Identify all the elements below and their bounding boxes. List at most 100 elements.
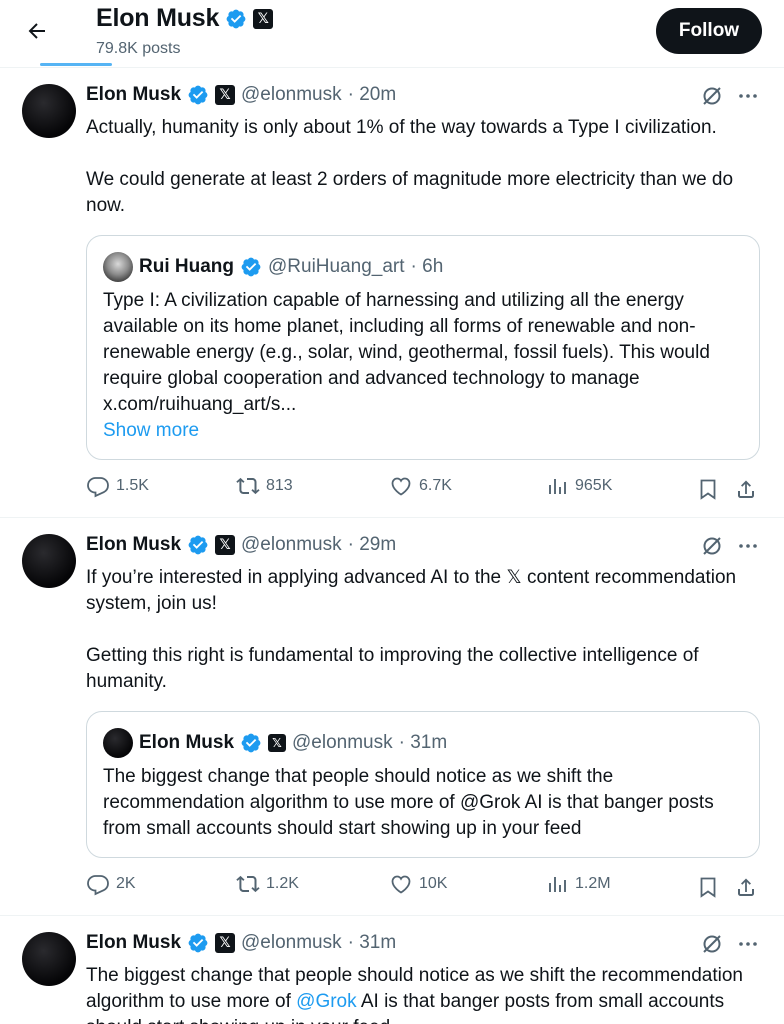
verified-badge-icon — [187, 84, 209, 106]
author-name[interactable]: Elon Musk — [86, 534, 181, 556]
profile-header: Elon Musk 𝕏 79.8K posts Follow — [0, 0, 784, 68]
tweet-action-bar: 2K 1.2K 10K 1.2M — [86, 872, 760, 902]
show-more-link[interactable]: Show more — [103, 418, 743, 444]
repost-button[interactable]: 813 — [236, 474, 293, 498]
tweet-paragraph: Getting this right is fundamental to imp… — [86, 645, 704, 692]
quote-timestamp: · 6h — [410, 256, 444, 277]
like-icon — [391, 477, 411, 496]
tweet-top-actions — [700, 932, 760, 956]
views-count: 965K — [575, 477, 613, 494]
like-icon — [391, 875, 411, 894]
quoted-tweet[interactable]: Elon Musk 𝕏 @elonmusk · 31m The biggest … — [86, 711, 760, 858]
tweet-top-actions — [700, 534, 760, 558]
tweet-header: Elon Musk 𝕏 @elonmusk · 20m — [86, 84, 396, 106]
author-handle[interactable]: @elonmusk — [241, 84, 342, 106]
bookmark-button[interactable] — [696, 872, 720, 902]
repost-icon — [236, 875, 260, 893]
x-logo-icon: 𝕏 — [253, 8, 274, 29]
quote-header: Rui Huang @RuiHuang_art · 6h — [103, 252, 443, 282]
verified-badge-icon — [187, 932, 209, 954]
tweet-top-actions — [700, 84, 760, 108]
avatar[interactable] — [22, 84, 76, 138]
share-icon — [738, 878, 754, 896]
timestamp[interactable]: · 20m — [348, 84, 397, 106]
bookmark-icon — [700, 479, 716, 500]
header-underline — [40, 63, 112, 66]
repost-icon — [236, 477, 260, 495]
reply-icon — [87, 477, 109, 498]
quote-author-name: Rui Huang — [139, 256, 234, 277]
tweet-paragraph: We could generate at least 2 orders of m… — [86, 169, 739, 216]
share-button[interactable] — [734, 474, 758, 504]
quote-paragraph: Type I: A civilization capable of harnes… — [103, 290, 710, 415]
reply-count: 1.5K — [116, 477, 149, 494]
author-name[interactable]: Elon Musk — [86, 932, 181, 954]
avatar[interactable] — [22, 534, 76, 588]
repost-count: 813 — [266, 477, 293, 494]
grok-icon[interactable] — [700, 932, 724, 956]
views-count: 1.2M — [575, 875, 611, 892]
reply-count: 2K — [116, 875, 136, 892]
like-button[interactable]: 10K — [389, 872, 447, 896]
tweet-action-bar: 1.5K 813 6.7K 965K — [86, 474, 760, 504]
views-icon — [549, 877, 566, 892]
verified-badge-icon — [187, 534, 209, 556]
avatar — [103, 728, 133, 758]
back-button[interactable] — [22, 14, 52, 48]
like-count: 6.7K — [419, 477, 452, 494]
verified-badge-icon — [240, 732, 262, 754]
tweet-header: Elon Musk 𝕏 @elonmusk · 29m — [86, 534, 396, 556]
tweet-paragraph: The biggest change that people should no… — [86, 963, 760, 1024]
header-name: Elon Musk — [96, 4, 220, 32]
like-button[interactable]: 6.7K — [389, 474, 452, 498]
avatar[interactable] — [22, 932, 76, 986]
arrow-left-icon — [28, 23, 45, 39]
timestamp[interactable]: · 31m — [348, 932, 397, 954]
tweet-paragraph: Actually, humanity is only about 1% of t… — [86, 117, 717, 138]
tweet-text: If you’re interested in applying advance… — [86, 565, 760, 695]
post-count: 79.8K posts — [96, 40, 181, 57]
share-icon — [738, 480, 754, 498]
like-count: 10K — [419, 875, 448, 892]
x-logo-icon: 𝕏 — [215, 535, 236, 555]
avatar — [103, 252, 133, 282]
grok-icon[interactable] — [700, 534, 724, 558]
share-button[interactable] — [734, 872, 758, 902]
x-logo-icon: 𝕏 — [215, 933, 236, 953]
author-handle[interactable]: @elonmusk — [241, 932, 342, 954]
quote-text: Type I: A civilization capable of harnes… — [103, 288, 743, 444]
tweet-text: The biggest change that people should no… — [86, 963, 760, 1024]
mention-link[interactable]: @Grok — [296, 991, 356, 1012]
reply-icon — [87, 875, 109, 896]
bookmark-button[interactable] — [696, 474, 720, 504]
more-icon[interactable] — [736, 84, 760, 108]
verified-badge-icon — [240, 256, 262, 278]
quote-paragraph: The biggest change that people should no… — [103, 766, 714, 839]
more-icon[interactable] — [736, 932, 760, 956]
quote-author-handle: @elonmusk — [292, 732, 393, 753]
quoted-tweet[interactable]: Rui Huang @RuiHuang_art · 6h Type I: A c… — [86, 235, 760, 460]
author-name[interactable]: Elon Musk — [86, 84, 181, 106]
header-title: Elon Musk 𝕏 — [96, 4, 274, 33]
reply-button[interactable]: 2K — [86, 872, 136, 896]
reply-button[interactable]: 1.5K — [86, 474, 149, 498]
tweet-header: Elon Musk 𝕏 @elonmusk · 31m — [86, 932, 396, 954]
quote-author-handle: @RuiHuang_art — [268, 256, 405, 277]
verified-badge-icon — [225, 8, 247, 30]
grok-icon[interactable] — [700, 84, 724, 108]
tweet[interactable]: Elon Musk 𝕏 @elonmusk · 20m Actually, hu… — [0, 68, 784, 518]
views-button[interactable]: 1.2M — [545, 872, 611, 896]
x-logo-icon: 𝕏 — [268, 734, 287, 752]
quote-header: Elon Musk 𝕏 @elonmusk · 31m — [103, 728, 447, 758]
views-button[interactable]: 965K — [545, 474, 612, 498]
tweet-text: Actually, humanity is only about 1% of t… — [86, 115, 760, 219]
repost-button[interactable]: 1.2K — [236, 872, 299, 896]
tweet[interactable]: Elon Musk 𝕏 @elonmusk · 31m The biggest … — [0, 916, 784, 1024]
follow-button[interactable]: Follow — [656, 8, 762, 54]
tweet[interactable]: Elon Musk 𝕏 @elonmusk · 29m If you’re in… — [0, 518, 784, 916]
more-icon[interactable] — [736, 534, 760, 558]
timestamp[interactable]: · 29m — [348, 534, 397, 556]
repost-count: 1.2K — [266, 875, 299, 892]
author-handle[interactable]: @elonmusk — [241, 534, 342, 556]
views-icon — [549, 479, 566, 494]
